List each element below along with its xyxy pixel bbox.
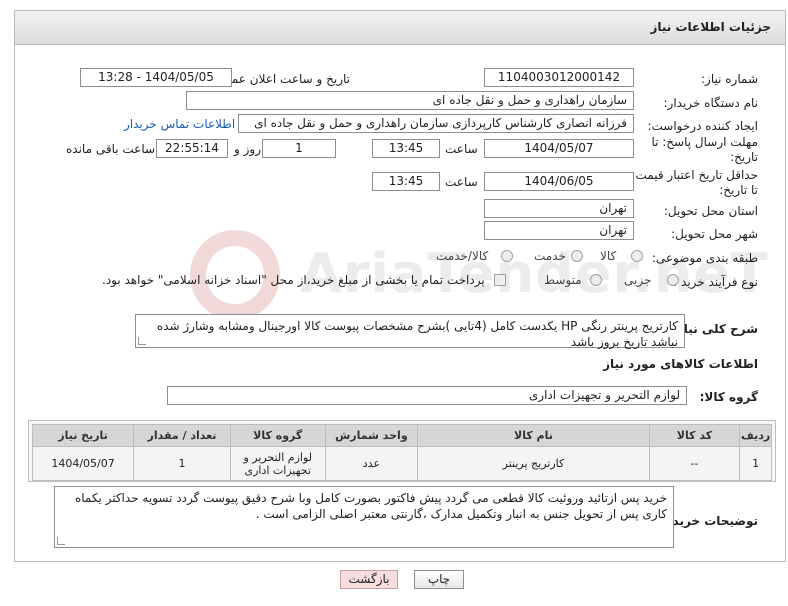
col-unit: واحد شمارش xyxy=(324,424,419,447)
col-row: ردیف xyxy=(739,424,772,447)
process-option-minor: جزیی xyxy=(624,273,652,287)
print-button[interactable]: چاپ xyxy=(414,570,464,589)
category-radio-service[interactable] xyxy=(571,250,583,262)
requester-label: ایجاد کننده درخواست: xyxy=(647,119,758,133)
city-label: شهر محل تحویل: xyxy=(671,227,758,241)
deadline-label-date: تاریخ: xyxy=(730,150,758,164)
announce-field: 1404/05/05 - 13:28 xyxy=(80,68,232,87)
cell-need-date: 1404/05/07 xyxy=(31,446,135,481)
remaining-label: ساعت باقی مانده xyxy=(66,142,156,156)
days-field: 1 xyxy=(262,139,336,158)
back-button[interactable]: بازگشت xyxy=(340,570,398,589)
need-number-label: شماره نیاز: xyxy=(701,72,758,86)
description-textarea[interactable]: کارتریج پرینتر رنگی HP یکدست کامل (4تایی… xyxy=(135,314,685,349)
deadline-time-field: 13:45 xyxy=(372,139,440,158)
buyer-org-field: سازمان راهداری و حمل و نقل جاده ای xyxy=(186,91,634,110)
goods-table: ردیف کد کالا نام کالا واحد شمارش گروه کا… xyxy=(31,424,772,481)
treasury-payment-checkbox[interactable] xyxy=(494,274,506,286)
col-name: نام کالا xyxy=(417,424,650,447)
category-option-service: خدمت xyxy=(534,249,566,263)
resize-handle-icon[interactable] xyxy=(57,537,65,545)
price-time-field: 13:45 xyxy=(372,172,440,191)
resize-handle-icon[interactable] xyxy=(138,337,146,345)
category-radio-goods-service[interactable] xyxy=(501,250,513,262)
table-row: 1 -- کارتریج پرینتر عدد لوازم التحریر و … xyxy=(31,446,772,481)
buyer-notes-text: خرید پس ازتائید وروئیت کالا قطعی می گردد… xyxy=(74,491,667,521)
price-validity-label-date: تا تاریخ: xyxy=(719,183,758,197)
description-text: کارتریج پرینتر رنگی HP یکدست کامل (4تایی… xyxy=(156,319,678,349)
panel-title: جزئیات اطلاعات نیاز xyxy=(650,20,771,34)
goods-info-title: اطلاعات کالاهای مورد نیاز xyxy=(603,357,758,371)
category-option-goods: کالا xyxy=(600,249,617,263)
cell-quantity: 1 xyxy=(133,446,231,481)
process-radio-medium[interactable] xyxy=(590,274,602,286)
col-quantity: تعداد / مقدار xyxy=(133,424,231,447)
price-date-field: 1404/06/05 xyxy=(484,172,634,191)
process-radio-minor[interactable] xyxy=(667,274,679,286)
panel-header: جزئیات اطلاعات نیاز xyxy=(15,11,785,45)
process-label: نوع فرآیند خرید : xyxy=(673,275,758,289)
deadline-time-label: ساعت xyxy=(445,142,478,156)
cell-group: لوازم التحریر و تجهیزات اداری xyxy=(229,446,326,481)
deadline-date-field: 1404/05/07 xyxy=(484,139,634,158)
cell-row: 1 xyxy=(739,446,772,481)
process-option-medium: متوسط xyxy=(544,273,582,287)
category-option-goods-service: کالا/خدمت xyxy=(436,249,489,263)
buyer-contact-link[interactable]: اطلاعات تماس خریدار xyxy=(124,117,235,131)
cell-code: -- xyxy=(648,446,741,481)
deadline-label: مهلت ارسال پاسخ: تا xyxy=(651,135,758,149)
treasury-payment-note: پرداخت تمام یا بخشی از مبلغ خرید،از محل … xyxy=(102,273,485,287)
cell-unit: عدد xyxy=(324,446,419,481)
col-need-date: تاریخ نیاز xyxy=(31,424,135,447)
category-radio-goods[interactable] xyxy=(631,250,643,262)
category-label: طبقه بندی موضوعی: xyxy=(651,251,758,265)
requester-field: فرزانه انصاری کارشناس کارپردازی سازمان ر… xyxy=(238,114,634,133)
city-field: تهران xyxy=(484,221,634,240)
price-time-label: ساعت xyxy=(445,175,478,189)
col-code: کد کالا xyxy=(648,424,741,447)
province-label: استان محل تحویل: xyxy=(663,204,758,218)
buyer-notes-textarea[interactable]: خرید پس ازتائید وروئیت کالا قطعی می گردد… xyxy=(54,486,674,548)
goods-group-field: لوازم التحریر و تجهیزات اداری xyxy=(167,386,687,405)
price-validity-label: حداقل تاریخ اعتبار قیمت: xyxy=(631,168,758,182)
goods-table-header: ردیف کد کالا نام کالا واحد شمارش گروه کا… xyxy=(31,424,772,447)
goods-group-label: گروه کالا: xyxy=(699,390,758,404)
buyer-org-label: نام دستگاه خریدار: xyxy=(663,96,759,110)
remaining-time-field: 22:55:14 xyxy=(156,139,228,158)
days-label: روز و xyxy=(234,142,261,156)
cell-name: کارتریج پرینتر xyxy=(417,446,650,481)
province-field: تهران xyxy=(484,199,634,218)
col-group: گروه کالا xyxy=(229,424,326,447)
need-number-field: 1104003012000142 xyxy=(484,68,634,87)
